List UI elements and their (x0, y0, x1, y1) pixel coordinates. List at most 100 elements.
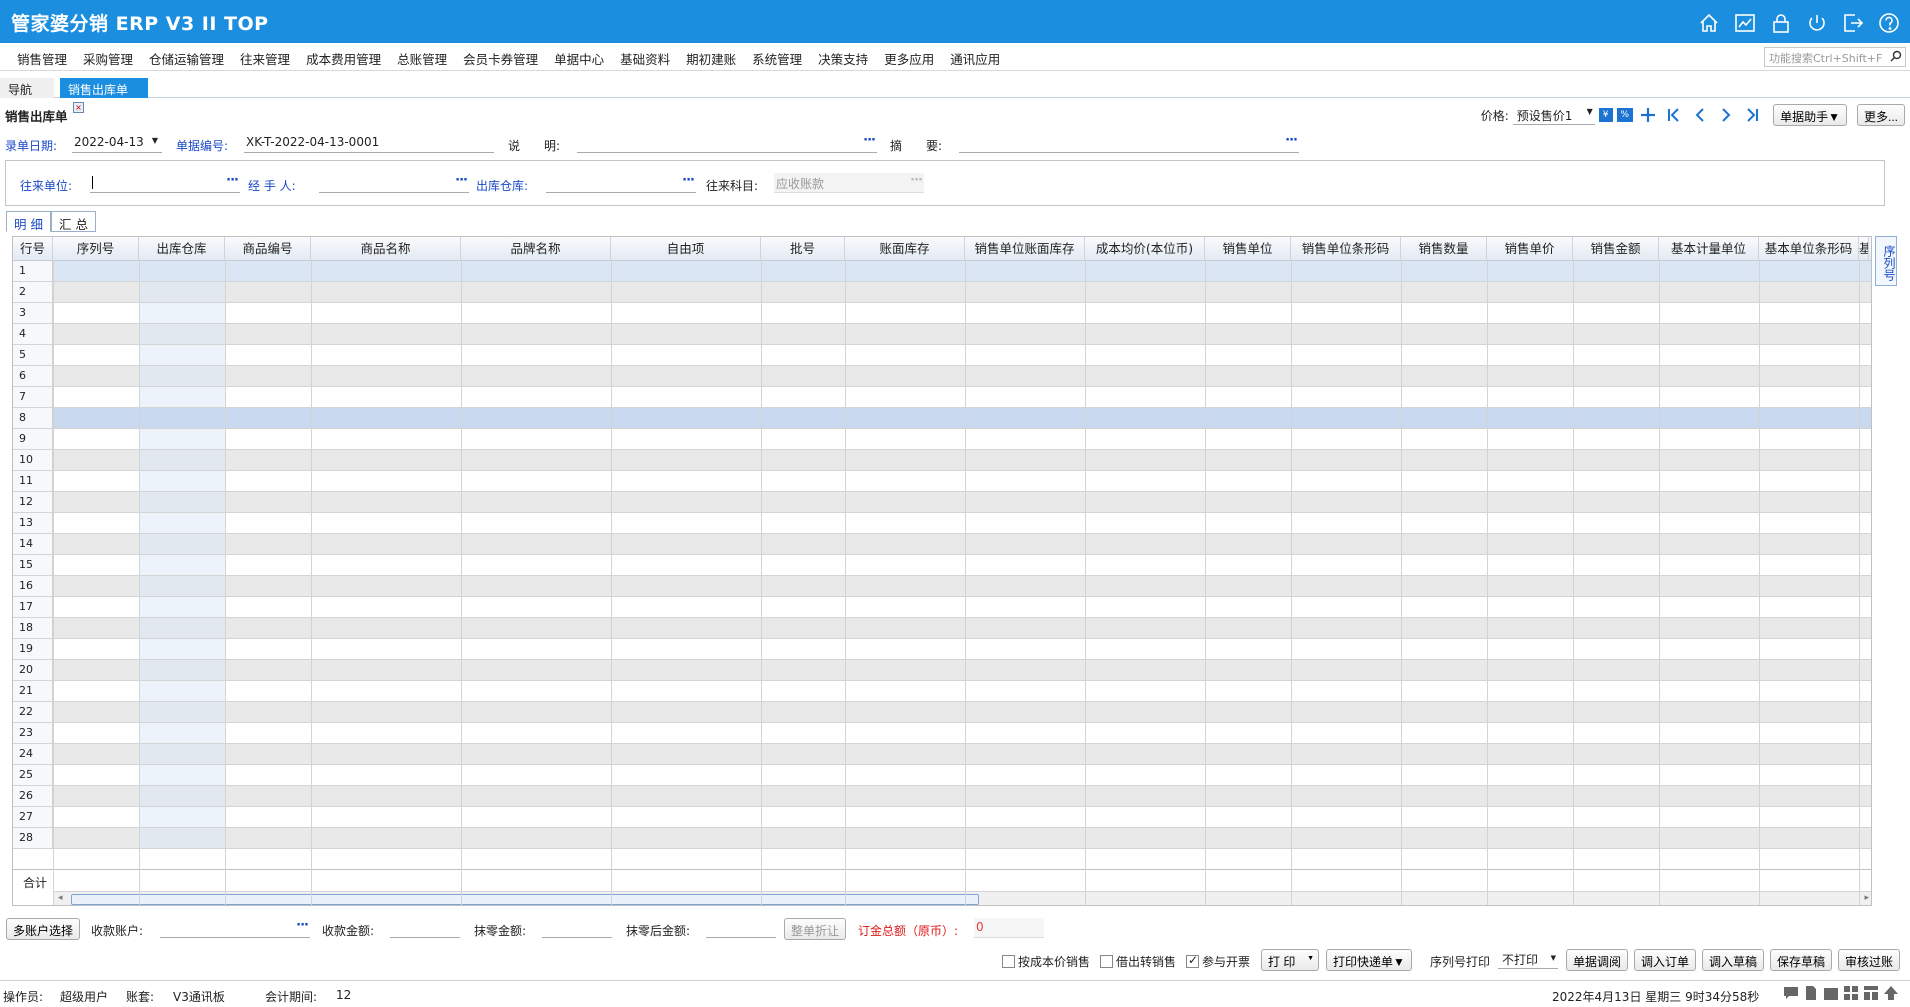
column-header[interactable]: 销售单价 (1487, 237, 1573, 261)
grid-icon[interactable] (1843, 985, 1859, 1004)
invoice-checkbox[interactable] (1186, 953, 1199, 968)
table-row[interactable]: 14 (13, 534, 1871, 555)
warehouse-cell[interactable] (139, 807, 225, 827)
table-row[interactable]: 7 (13, 387, 1871, 408)
column-header[interactable]: 基本计量单位 (1659, 237, 1759, 261)
menu-item[interactable]: 总账管理 (389, 49, 455, 68)
warehouse-cell[interactable] (139, 639, 225, 659)
warehouse-cell[interactable] (139, 450, 225, 470)
up-arrow-icon[interactable] (1883, 985, 1899, 1004)
menu-item[interactable]: 销售管理 (9, 49, 75, 68)
table-row[interactable]: 21 (13, 681, 1871, 702)
column-header[interactable]: 销售单位条形码 (1291, 237, 1401, 261)
table-row[interactable]: 9 (13, 429, 1871, 450)
table-row[interactable]: 17 (13, 597, 1871, 618)
warehouse-cell[interactable] (139, 660, 225, 680)
account-field[interactable]: ··· (160, 918, 310, 938)
cost-sale-option[interactable]: 按成本价销售 (1002, 953, 1090, 970)
table-row[interactable]: 11 (13, 471, 1871, 492)
menu-item[interactable]: 基础资料 (612, 49, 678, 68)
menu-item[interactable]: 单据中心 (546, 49, 612, 68)
table-row[interactable]: 19 (13, 639, 1871, 660)
warehouse-cell[interactable] (139, 555, 225, 575)
warehouse-cell[interactable] (139, 387, 225, 407)
table-row[interactable]: 25 (13, 765, 1871, 786)
function-search-input[interactable]: 功能搜索Ctrl+Shift+F (1764, 47, 1906, 67)
warehouse-cell[interactable] (139, 681, 225, 701)
home-icon[interactable] (1696, 10, 1722, 36)
warehouse-cell[interactable] (139, 324, 225, 344)
print-express-button[interactable]: 打印快递单▼ (1326, 949, 1412, 971)
table-row[interactable]: 6 (13, 366, 1871, 387)
column-header[interactable]: 出库仓库 (139, 237, 225, 261)
menu-item[interactable]: 会员卡券管理 (455, 49, 546, 68)
multi-account-button[interactable]: 多账户选择 (6, 918, 81, 940)
table-row[interactable]: 3 (13, 303, 1871, 324)
browse-icon[interactable]: ··· (296, 918, 309, 933)
warehouse-cell[interactable] (139, 492, 225, 512)
column-header[interactable]: 销售数量 (1401, 237, 1487, 261)
borrow-option[interactable]: 借出转销售 (1100, 953, 1176, 970)
handler-field[interactable]: ··· (319, 173, 469, 193)
price-select[interactable]: 预设售价1 ▼ (1512, 105, 1595, 125)
table-row[interactable]: 15 (13, 555, 1871, 576)
column-header[interactable]: 销售单位账面库存 (965, 237, 1085, 261)
browse-icon[interactable]: ··· (682, 173, 695, 188)
print-button[interactable]: 打 印 ▼ (1261, 949, 1319, 971)
table-row[interactable]: 20 (13, 660, 1871, 681)
import-draft-button[interactable]: 调入草稿 (1702, 949, 1765, 971)
column-header[interactable]: 批号 (761, 237, 845, 261)
warehouse-cell[interactable] (139, 345, 225, 365)
column-header[interactable]: 序列号 (53, 237, 139, 261)
description-field[interactable]: ··· (577, 133, 877, 153)
import-order-button[interactable]: 调入订单 (1634, 949, 1697, 971)
warehouse-cell[interactable] (139, 597, 225, 617)
currency-button[interactable]: ¥ (1598, 108, 1613, 122)
add-icon[interactable] (1637, 104, 1659, 126)
date-field[interactable]: 2022-04-13 ▼ (72, 133, 162, 153)
warehouse-cell[interactable] (139, 534, 225, 554)
warehouse-cell[interactable] (139, 408, 225, 428)
warehouse-cell[interactable] (139, 618, 225, 638)
menu-item[interactable]: 往来管理 (232, 49, 298, 68)
layout-icon[interactable] (1863, 985, 1879, 1004)
scroll-left-icon[interactable]: ◂ (58, 893, 63, 903)
table-row[interactable]: 26 (13, 786, 1871, 807)
discount-button[interactable]: 整单折让 (784, 918, 847, 940)
column-header[interactable]: 行号 (13, 237, 53, 261)
next-record-icon[interactable] (1715, 104, 1737, 126)
warehouse-cell[interactable] (139, 282, 225, 302)
chart-icon[interactable] (1732, 10, 1758, 36)
audit-button[interactable]: 审核过账 (1838, 949, 1901, 971)
lock-icon[interactable] (1768, 10, 1794, 36)
menu-item[interactable]: 更多应用 (876, 49, 942, 68)
search-icon[interactable] (1890, 50, 1902, 65)
calendar-icon[interactable] (1823, 985, 1839, 1004)
scroll-right-icon[interactable]: ▸ (1864, 893, 1869, 903)
save-draft-button[interactable]: 保存草稿 (1770, 949, 1833, 971)
invoice-option[interactable]: 参与开票 (1186, 953, 1250, 970)
table-row[interactable]: 28 (13, 828, 1871, 849)
column-header[interactable]: 品牌名称 (461, 237, 611, 261)
table-row[interactable]: 1 (13, 261, 1871, 282)
help-icon[interactable] (1876, 10, 1902, 36)
menu-item[interactable]: 决策支持 (810, 49, 876, 68)
warehouse-cell[interactable] (139, 723, 225, 743)
table-row[interactable]: 5 (13, 345, 1871, 366)
column-header[interactable]: 自由项 (611, 237, 761, 261)
summary-field[interactable]: ··· (959, 133, 1299, 153)
menu-item[interactable]: 通讯应用 (942, 49, 1008, 68)
document-helper-button[interactable]: 单据助手▼ (1773, 104, 1847, 126)
round-field[interactable] (542, 918, 612, 938)
menu-item[interactable]: 采购管理 (75, 49, 141, 68)
power-icon[interactable] (1804, 10, 1830, 36)
browse-icon[interactable]: ··· (863, 133, 876, 148)
first-record-icon[interactable] (1663, 104, 1685, 126)
menu-item[interactable]: 成本费用管理 (298, 49, 389, 68)
adjust-button[interactable]: 单据调阅 (1566, 949, 1629, 971)
warehouse-cell[interactable] (139, 471, 225, 491)
warehouse-cell[interactable] (139, 765, 225, 785)
table-row[interactable]: 16 (13, 576, 1871, 597)
detail-grid[interactable]: 行号 序列号 出库仓库 商品编号 商品名称 品牌名称 自由项 批号 账面库存 销售单位账面库存 成本… (12, 236, 1872, 906)
tab-sales-outbound[interactable]: 销售出库单 × (60, 78, 148, 113)
